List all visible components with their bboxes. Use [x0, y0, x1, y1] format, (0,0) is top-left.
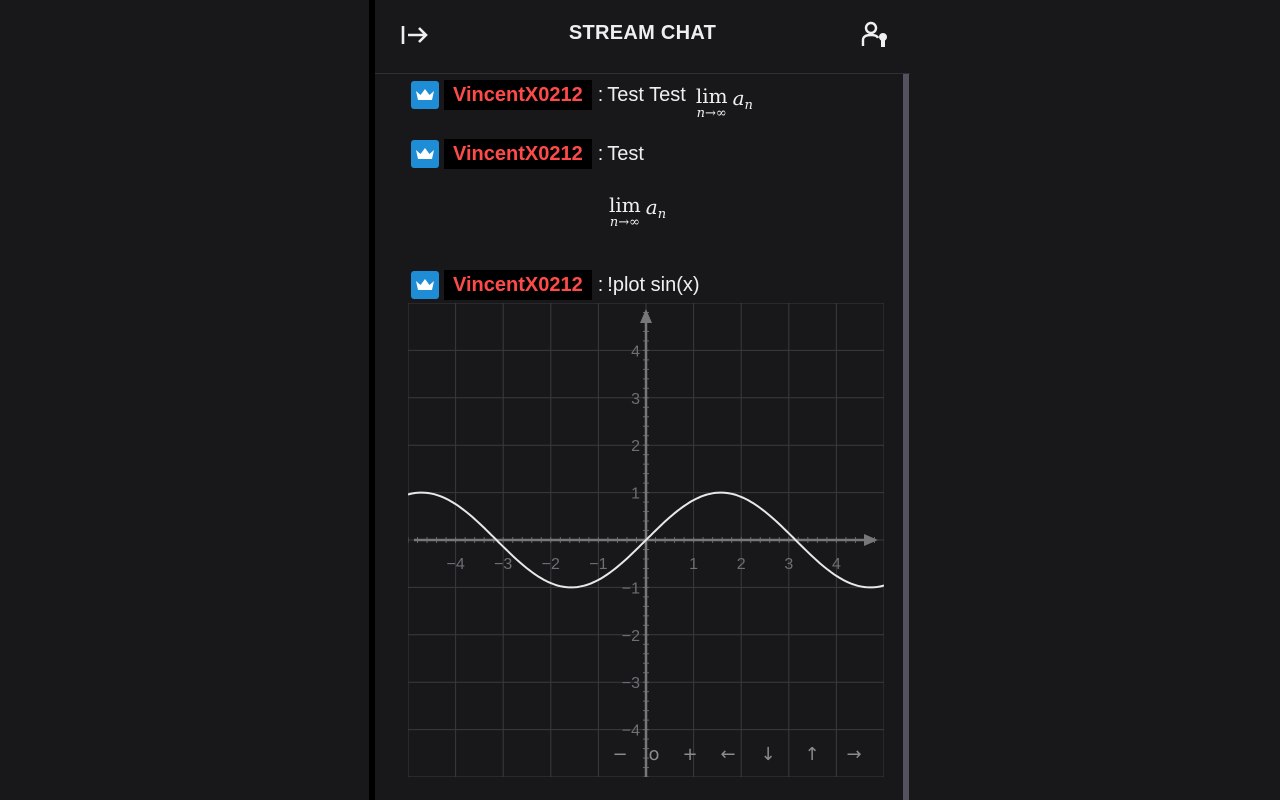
y-tick-label: 4	[631, 343, 640, 360]
zoom-in-button[interactable]: +	[682, 744, 697, 765]
limit-word: lim	[609, 193, 641, 217]
y-axis-arrow	[640, 309, 652, 323]
crown-icon	[416, 89, 434, 100]
chat-title: STREAM CHAT	[568, 22, 717, 44]
x-tick-label: 4	[832, 556, 841, 573]
y-tick-label: −1	[622, 580, 640, 597]
plot-svg[interactable]: −4 −3 −2 −1 1 2 3 4 4 3 2 1 −1 −2 −3 −4 − o + ← ↓ ↑ →	[408, 303, 884, 777]
x-tick-label: 2	[737, 556, 746, 573]
crown-icon	[416, 279, 434, 290]
x-tick-label: 3	[784, 556, 793, 573]
pan-right-button[interactable]: →	[846, 744, 861, 765]
y-tick-label: −2	[622, 628, 640, 645]
chat-message: VincentX0212 : Test Test lim n→∞ an	[411, 80, 753, 120]
chat-scrollbar[interactable]	[903, 74, 909, 800]
x-tick-label: −2	[542, 556, 560, 573]
limit-subscript: n→∞	[609, 215, 640, 230]
sin-plot-board[interactable]: −4 −3 −2 −1 1 2 3 4 4 3 2 1 −1 −2 −3 −4 − o + ← ↓ ↑ →	[408, 303, 884, 777]
limit-operator: lim n→∞	[609, 195, 641, 229]
message-text: Test Test	[607, 83, 686, 106]
x-tick-label: −1	[589, 556, 607, 573]
term-subscript: n	[744, 98, 753, 113]
zoom-out-button[interactable]: −	[612, 744, 627, 765]
x-tick-label: −4	[446, 556, 464, 573]
chat-header: STREAM CHAT	[375, 0, 910, 74]
limit-operator: lim n→∞	[696, 86, 728, 120]
x-tick-label: −3	[494, 556, 512, 573]
y-tick-label: 2	[631, 438, 640, 455]
message-text: !plot sin(x)	[607, 273, 700, 296]
chat-message: VincentX0212 : Test	[411, 139, 644, 169]
pan-left-button[interactable]: ←	[720, 744, 735, 765]
display-math-formula: lim n→∞ an	[609, 195, 666, 229]
message-separator: :	[597, 83, 604, 106]
broadcaster-badge	[411, 271, 439, 299]
y-tick-label: −3	[622, 675, 640, 692]
crown-icon	[416, 148, 434, 159]
chat-username[interactable]: VincentX0212	[444, 139, 592, 169]
limit-word: lim	[695, 84, 728, 108]
term-letter: a	[732, 86, 745, 110]
broadcaster-badge	[411, 81, 439, 109]
x-tick-label: 1	[689, 556, 698, 573]
community-users-button[interactable]	[861, 20, 891, 50]
sequence-term: an	[646, 195, 666, 222]
y-tick-label: 1	[631, 486, 640, 503]
reset-zoom-button[interactable]: o	[648, 744, 659, 765]
term-letter: a	[645, 195, 658, 219]
message-text: Test	[607, 142, 644, 165]
y-tick-label: −4	[622, 723, 640, 740]
term-subscript: n	[657, 207, 667, 222]
sequence-term: an	[733, 86, 753, 113]
chat-username[interactable]: VincentX0212	[444, 80, 592, 110]
message-separator: :	[597, 142, 604, 165]
pan-down-button[interactable]: ↓	[760, 744, 775, 765]
broadcaster-badge	[411, 140, 439, 168]
users-icon	[861, 21, 887, 47]
x-axis-arrow	[864, 534, 878, 546]
inline-math-formula: lim n→∞ an	[696, 86, 753, 120]
message-separator: :	[597, 273, 604, 296]
y-tick-label: 3	[631, 391, 640, 408]
chat-message: VincentX0212 : !plot sin(x)	[411, 270, 700, 300]
chat-username[interactable]: VincentX0212	[444, 270, 592, 300]
limit-subscript: n→∞	[696, 106, 727, 121]
pan-up-button[interactable]: ↑	[804, 744, 819, 765]
